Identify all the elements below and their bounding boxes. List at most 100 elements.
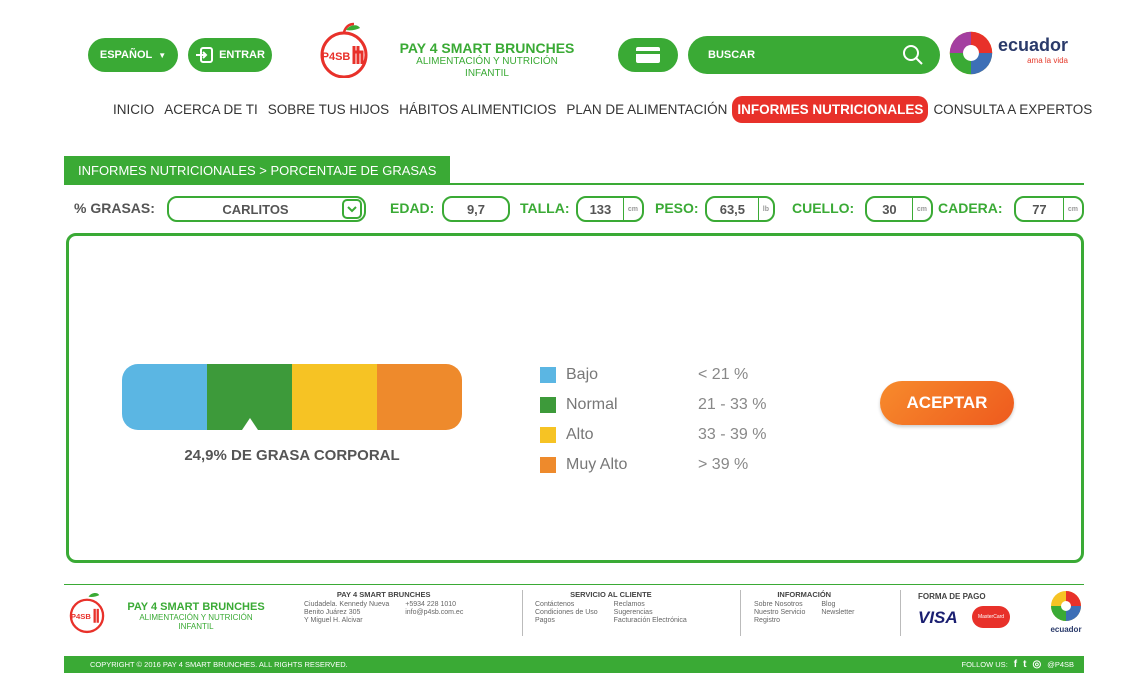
credit-card-icon (636, 47, 660, 63)
legend-swatch (540, 397, 556, 413)
body-fat-result: 24,9% DE GRASA CORPORAL (184, 447, 400, 464)
copyright-text: COPYRIGHT © 2016 PAY 4 SMART BRUNCHES. A… (90, 660, 348, 669)
follow-label: FOLLOW US: (961, 660, 1008, 669)
footer-brand-title: PAY 4 SMART BRUNCHES (127, 601, 265, 613)
footer-contact-column: PAY 4 SMART BRUNCHES Ciudadela. Kennedy … (304, 590, 463, 624)
cadera-field[interactable]: 77 cm (1014, 196, 1084, 222)
nav-item-informes[interactable]: INFORMES NUTRICIONALES (732, 96, 929, 123)
ecuador-wordmark: ecuador ama la vida (998, 36, 1068, 69)
legend-row: Alto 33 - 39 % (540, 420, 766, 450)
p4sb-logo[interactable]: P4SB (314, 22, 374, 78)
nav-item-acerca[interactable]: ACERCA DE TI (159, 96, 263, 123)
footer-divider (64, 584, 1084, 585)
footer-link[interactable]: Registro (754, 617, 805, 624)
nav-item-inicio[interactable]: INICIO (108, 96, 159, 123)
svg-text:ecuador: ecuador (1050, 625, 1081, 634)
scale-segment-bajo (122, 364, 207, 430)
nav-item-hijos[interactable]: SOBRE TUS HIJOS (263, 96, 394, 123)
footer-link[interactable]: Y Miguel H. Alcivar (304, 617, 389, 624)
facebook-icon[interactable]: f (1014, 659, 1017, 670)
footer-link[interactable]: Contáctenos (535, 601, 598, 608)
fat-scale-bar (122, 364, 462, 430)
copyright-bar: COPYRIGHT © 2016 PAY 4 SMART BRUNCHES. A… (64, 656, 1084, 673)
legend-row: Bajo < 21 % (540, 360, 766, 390)
footer-link[interactable]: Blog (821, 601, 854, 608)
footer-link[interactable]: Reclamos (614, 601, 687, 608)
footer-link (821, 617, 854, 624)
login-button[interactable]: ENTRAR (188, 38, 272, 72)
instagram-icon[interactable]: ◎ (1032, 659, 1041, 670)
footer-info-column: INFORMACIÓN Sobre Nosotros Blog Nuestro Se… (754, 590, 854, 624)
cuello-field[interactable]: 30 cm (865, 196, 933, 222)
footer-separator (740, 590, 741, 636)
footer-brand: PAY 4 SMART BRUNCHES ALIMENTACIÓN Y NUTR… (116, 601, 276, 631)
language-selector[interactable]: ESPAÑOL ▼ (88, 38, 178, 72)
ecuador-sunburst-icon (949, 31, 993, 75)
footer-contact-list: Ciudadela. Kennedy Nueva +5934 228 1010 Be… (304, 601, 463, 624)
peso-unit: lb (757, 198, 773, 220)
breadcrumb: INFORMES NUTRICIONALES > PORCENTAJE DE G… (64, 156, 451, 185)
edad-value: 9,7 (466, 201, 486, 217)
payment-heading: FORMA DE PAGO (918, 592, 986, 601)
footer-brand-sub-2: INFANTIL (178, 622, 214, 631)
brand-title: PAY 4 SMART BRUNCHES (399, 40, 575, 56)
talla-field[interactable]: 133 cm (576, 196, 644, 222)
search-icon[interactable] (902, 44, 924, 66)
child-select[interactable]: CARLITOS (167, 196, 366, 222)
nav-item-plan[interactable]: PLAN DE ALIMENTACIÓN (561, 96, 732, 123)
twitter-icon[interactable]: t (1023, 659, 1026, 670)
footer-link[interactable]: +5934 228 1010 (405, 601, 463, 608)
talla-unit: cm (622, 198, 642, 220)
accept-button[interactable]: ACEPTAR (880, 381, 1014, 425)
dropdown-button[interactable] (342, 199, 362, 219)
ecuador-tagline: ama la vida (1027, 56, 1068, 65)
footer-separator (900, 590, 901, 636)
chevron-down-icon (347, 206, 357, 213)
child-select-value: CARLITOS (222, 201, 289, 217)
footer-link[interactable]: Condiciones de Uso (535, 609, 598, 616)
scale-segment-muy-alto (377, 364, 462, 430)
nav-item-consulta[interactable]: CONSULTA A EXPERTOS (928, 96, 1097, 123)
search-input[interactable]: BUSCAR (708, 49, 755, 61)
chevron-down-icon: ▼ (158, 50, 167, 60)
legend-name: Bajo (566, 366, 599, 383)
legend-swatch (540, 457, 556, 473)
peso-label: PESO: (655, 200, 699, 216)
legend-name: Normal (566, 396, 618, 413)
footer-link[interactable]: Ciudadela. Kennedy Nueva (304, 601, 389, 608)
footer-link[interactable]: Nuestro Servicio (754, 609, 805, 616)
social-handle: @P4SB (1047, 660, 1074, 669)
legend-row: Normal 21 - 33 % (540, 390, 766, 420)
brand-subtitle-2: INFANTIL (465, 68, 509, 79)
footer-brand-sub-1: ALIMENTACIÓN Y NUTRICIÓN (139, 613, 253, 622)
nav-item-habitos[interactable]: HÁBITOS ALIMENTICIOS (394, 96, 561, 123)
grasas-label: % GRASAS: (74, 200, 155, 216)
footer-separator (522, 590, 523, 636)
footer-link[interactable]: info@p4sb.com.ec (405, 609, 463, 616)
peso-value: 63,5 (719, 201, 746, 217)
footer-link[interactable]: Sobre Nosotros (754, 601, 805, 608)
footer-link[interactable]: Newsletter (821, 609, 854, 616)
edad-field[interactable]: 9,7 (442, 196, 510, 222)
footer-link[interactable]: Sugerencias (614, 609, 687, 616)
legend-name: Muy Alto (566, 456, 628, 473)
footer-info-heading: INFORMACIÓN (777, 590, 832, 599)
footer-service-heading: SERVICIO AL CLIENTE (570, 590, 652, 599)
footer-link[interactable]: Benito Juárez 305 (304, 609, 389, 616)
social-links: FOLLOW US: f t ◎ @P4SB (962, 659, 1074, 670)
footer-p4sb-logo[interactable]: P4SB (64, 590, 110, 634)
peso-field[interactable]: 63,5 lb (705, 196, 775, 222)
footer-link[interactable]: Pagos (535, 617, 598, 624)
legend-name: Alto (566, 426, 594, 443)
fat-legend: Bajo < 21 % Normal 21 - 33 % Alto 33 - 39 % Mu… (540, 360, 766, 480)
talla-value: 133 (589, 201, 612, 217)
cadera-value: 77 (1032, 201, 1047, 217)
payment-card-button[interactable] (618, 38, 678, 72)
cuello-label: CUELLO: (792, 200, 855, 216)
footer-link[interactable]: Facturación Electrónica (614, 617, 687, 624)
cuello-unit: cm (911, 198, 931, 220)
legend-range: < 21 % (698, 366, 749, 383)
search-bar[interactable]: BUSCAR (688, 36, 940, 74)
language-label: ESPAÑOL (99, 49, 153, 61)
footer-link (405, 617, 463, 624)
